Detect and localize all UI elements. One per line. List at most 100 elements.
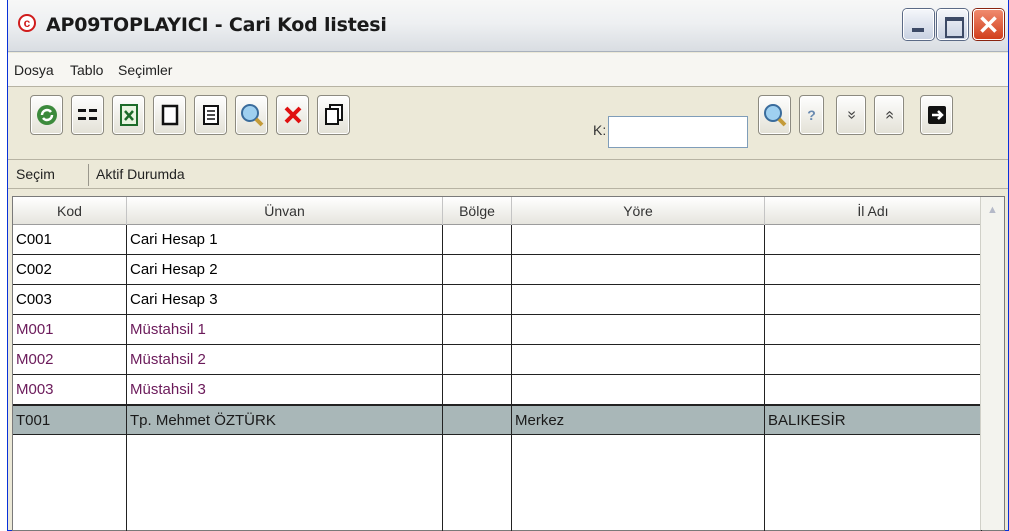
search-icon [240, 104, 263, 127]
title-bar[interactable]: c AP09TOPLAYICI - Cari Kod listesi ✕ [8, 0, 1008, 52]
minimize-button[interactable] [903, 9, 934, 40]
edit-document-button[interactable] [194, 95, 227, 135]
data-grid: Kod Ünvan Bölge Yöre İl Adı C001 Cari Hes… [12, 196, 1005, 531]
cell-il[interactable] [765, 255, 982, 284]
table-row[interactable]: M003 Müstahsil 3 [13, 375, 982, 405]
cell-il[interactable] [765, 345, 982, 374]
cell-unvan[interactable]: Tp. Mehmet ÖZTÜRK [127, 406, 443, 434]
menu-tablo[interactable]: Tablo [70, 62, 103, 78]
app-window: c AP09TOPLAYICI - Cari Kod listesi ✕ Dos… [7, 0, 1009, 531]
cell-unvan[interactable]: Müstahsil 2 [127, 345, 443, 374]
delete-button[interactable] [276, 95, 309, 135]
column-header-yore[interactable]: Yöre [512, 197, 765, 225]
cell-il[interactable] [765, 225, 982, 254]
cell-il[interactable] [765, 315, 982, 344]
tab-divider [88, 164, 89, 186]
column-header-bolge[interactable]: Bölge [443, 197, 512, 225]
close-button[interactable]: ✕ [973, 9, 1004, 40]
cell-yore[interactable] [512, 225, 765, 254]
search-go-icon [763, 104, 786, 127]
excel-export-button[interactable] [112, 95, 145, 135]
expand-down-icon: » [843, 110, 860, 120]
cell-kod[interactable]: M002 [13, 345, 127, 374]
table-row[interactable]: C001 Cari Hesap 1 [13, 225, 982, 255]
table-row[interactable]: C002 Cari Hesap 2 [13, 255, 982, 285]
cell-bolge[interactable] [443, 285, 512, 314]
cell-kod[interactable]: M003 [13, 375, 127, 404]
new-document-icon [161, 104, 178, 126]
grid-header: Kod Ünvan Bölge Yöre İl Adı [13, 197, 1004, 225]
edit-document-icon [202, 105, 219, 125]
tab-secim[interactable]: Seçim [16, 166, 55, 182]
cell-kod[interactable]: C001 [13, 225, 127, 254]
menu-dosya[interactable]: Dosya [14, 62, 54, 78]
column-divider [764, 407, 765, 531]
cell-bolge[interactable] [443, 225, 512, 254]
cell-il[interactable] [765, 375, 982, 404]
column-divider [126, 407, 127, 531]
column-header-il-adi[interactable]: İl Adı [765, 197, 982, 225]
copy-button[interactable] [317, 95, 350, 135]
close-icon: ✕ [977, 10, 1000, 40]
column-header-unvan[interactable]: Ünvan [127, 197, 443, 225]
list-button[interactable] [71, 95, 104, 135]
cell-bolge[interactable] [443, 315, 512, 344]
menu-secimler[interactable]: Seçimler [118, 62, 172, 78]
cell-unvan[interactable]: Cari Hesap 3 [127, 285, 443, 314]
toolbar: K: ? » « [8, 88, 1008, 160]
cell-bolge[interactable] [443, 406, 512, 434]
exit-icon [927, 106, 946, 124]
cell-yore[interactable]: Merkez [512, 406, 765, 434]
cell-unvan[interactable]: Müstahsil 3 [127, 375, 443, 404]
delete-icon [284, 106, 301, 124]
maximize-button[interactable] [937, 9, 968, 40]
table-row[interactable]: T001 Tp. Mehmet ÖZTÜRK Merkez BALIKESİR [13, 405, 982, 435]
tab-strip: Seçim Aktif Durumda [8, 161, 1008, 189]
cell-bolge[interactable] [443, 255, 512, 284]
table-row[interactable]: M001 Müstahsil 1 [13, 315, 982, 345]
help-button[interactable]: ? [799, 95, 824, 135]
cell-kod[interactable]: C003 [13, 285, 127, 314]
table-row[interactable]: C003 Cari Hesap 3 [13, 285, 982, 315]
copy-icon [324, 104, 343, 125]
cell-kod[interactable]: C002 [13, 255, 127, 284]
collapse-up-button[interactable]: « [874, 95, 904, 135]
exit-button[interactable] [920, 95, 953, 135]
search-input[interactable] [608, 116, 748, 148]
search-go-button[interactable] [758, 95, 791, 135]
cell-kod[interactable]: M001 [13, 315, 127, 344]
tab-aktif-durumda[interactable]: Aktif Durumda [96, 166, 185, 182]
cell-bolge[interactable] [443, 345, 512, 374]
cell-yore[interactable] [512, 285, 765, 314]
column-header-kod[interactable]: Kod [13, 197, 127, 225]
search-label: K: [593, 122, 607, 138]
menu-bar: Dosya Tablo Seçimler [8, 53, 1008, 87]
table-row[interactable]: M002 Müstahsil 2 [13, 345, 982, 375]
window-title: AP09TOPLAYICI - Cari Kod listesi [46, 14, 387, 36]
app-logo-icon: c [18, 14, 36, 32]
cell-il[interactable] [765, 285, 982, 314]
collapse-up-icon: « [881, 110, 898, 120]
column-divider [442, 407, 443, 531]
vertical-scrollbar[interactable]: ▲ [980, 197, 1004, 530]
cell-yore[interactable] [512, 255, 765, 284]
excel-export-icon [119, 104, 138, 126]
refresh-button[interactable] [30, 95, 63, 135]
cell-bolge[interactable] [443, 375, 512, 404]
search-button[interactable] [235, 95, 268, 135]
cell-unvan[interactable]: Müstahsil 1 [127, 315, 443, 344]
cell-yore[interactable] [512, 345, 765, 374]
cell-unvan[interactable]: Cari Hesap 1 [127, 225, 443, 254]
help-icon: ? [807, 107, 816, 123]
expand-down-button[interactable]: » [836, 95, 866, 135]
column-divider [511, 407, 512, 531]
cell-yore[interactable] [512, 375, 765, 404]
cell-kod[interactable]: T001 [13, 406, 127, 434]
refresh-icon [36, 105, 57, 125]
cell-unvan[interactable]: Cari Hesap 2 [127, 255, 443, 284]
scroll-up-icon[interactable]: ▲ [983, 199, 1002, 221]
cell-yore[interactable] [512, 315, 765, 344]
cell-il[interactable]: BALIKESİR [765, 406, 982, 434]
list-icon [77, 109, 97, 120]
new-document-button[interactable] [153, 95, 186, 135]
